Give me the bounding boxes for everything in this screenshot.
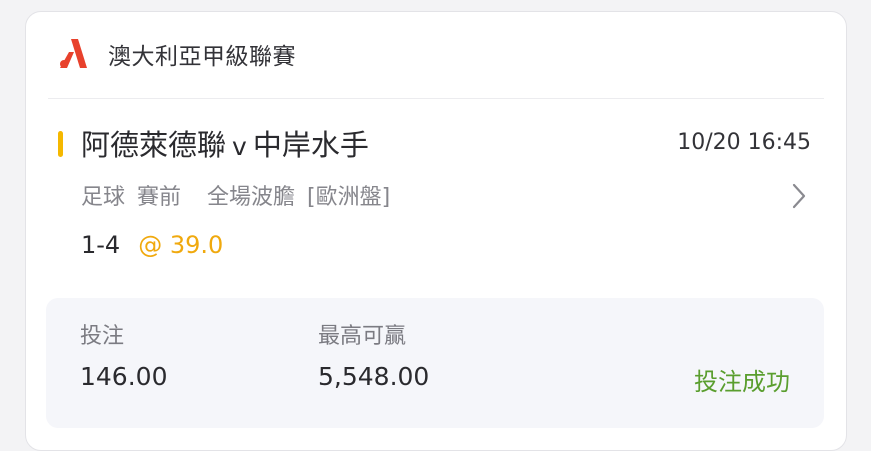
match-time: 10/20 16:45 <box>677 130 811 155</box>
league-logo-icon <box>60 39 87 68</box>
market-label: 全場波膽 <box>207 185 296 210</box>
stake-value: 146.00 <box>80 362 168 391</box>
bet-status-badge: 投注成功 <box>694 368 790 396</box>
bet-summary-panel: 投注 146.00 最高可贏 5,548.00 投注成功 <box>46 298 824 428</box>
league-header: 澳大利亞甲級聯賽 <box>54 34 296 74</box>
match-accent-bar <box>58 131 63 157</box>
stake-label: 投注 <box>80 324 125 349</box>
bet-type-line: 足球 賽前 全場波膽 [歐洲盤] <box>81 179 402 211</box>
stake-column: 投注 146.00 <box>80 318 167 391</box>
max-win-label: 最高可贏 <box>318 324 407 349</box>
selection-value: 1-4 <box>81 231 121 259</box>
chevron-right-icon[interactable] <box>788 180 810 212</box>
max-win-value: 5,548.00 <box>318 362 430 391</box>
versus-separator: v <box>232 132 247 161</box>
odds-format-label: [歐洲盤] <box>307 185 391 210</box>
bet-record-card[interactable]: 澳大利亞甲級聯賽 阿德萊德聯 v 中岸水手 10/20 16:45 足球 賽前 全場波膽… <box>25 11 847 451</box>
odds-value: @ 39.0 <box>138 231 224 259</box>
league-name: 澳大利亞甲級聯賽 <box>108 44 296 70</box>
sport-label: 足球 <box>81 185 126 210</box>
selection-row: 1-4 @ 39.0 <box>81 231 223 259</box>
divider <box>48 98 824 99</box>
phase-label: 賽前 <box>137 185 182 210</box>
match-title: 阿德萊德聯 v 中岸水手 <box>81 122 369 164</box>
away-team: 中岸水手 <box>252 128 369 162</box>
home-team: 阿德萊德聯 <box>81 128 227 162</box>
max-win-column: 最高可贏 5,548.00 <box>318 318 429 391</box>
